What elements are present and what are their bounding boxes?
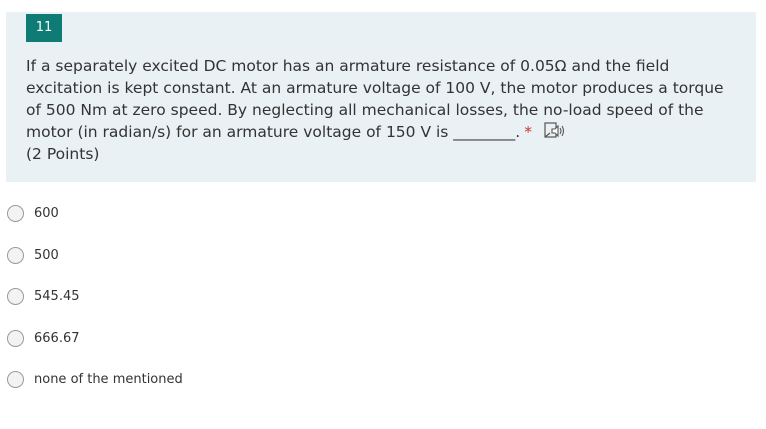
question-number-badge: 11: [26, 14, 62, 42]
question-card: 11 If a separately excited DC motor has …: [6, 12, 756, 182]
radio-button[interactable]: [7, 205, 24, 222]
radio-button[interactable]: [7, 371, 24, 388]
option-600[interactable]: 600: [7, 202, 407, 226]
radio-button[interactable]: [7, 288, 24, 305]
radio-button[interactable]: [7, 330, 24, 347]
option-666-67[interactable]: 666.67: [7, 327, 407, 351]
option-label: 666.67: [34, 331, 80, 346]
option-label: 545.45: [34, 289, 80, 304]
radio-button[interactable]: [7, 247, 24, 264]
question-points: (2 Points): [26, 145, 100, 163]
question-text-block: If a separately excited DC motor has an …: [26, 55, 738, 165]
option-label: 500: [34, 248, 59, 263]
required-marker: *: [524, 123, 532, 141]
immersive-reader-icon[interactable]: [544, 121, 566, 141]
option-none-of-the-mentioned[interactable]: none of the mentioned: [7, 368, 407, 392]
option-500[interactable]: 500: [7, 244, 407, 268]
option-545-45[interactable]: 545.45: [7, 285, 407, 309]
option-label: 600: [34, 206, 59, 221]
option-label: none of the mentioned: [34, 372, 183, 387]
question-text: If a separately excited DC motor has an …: [26, 57, 724, 141]
